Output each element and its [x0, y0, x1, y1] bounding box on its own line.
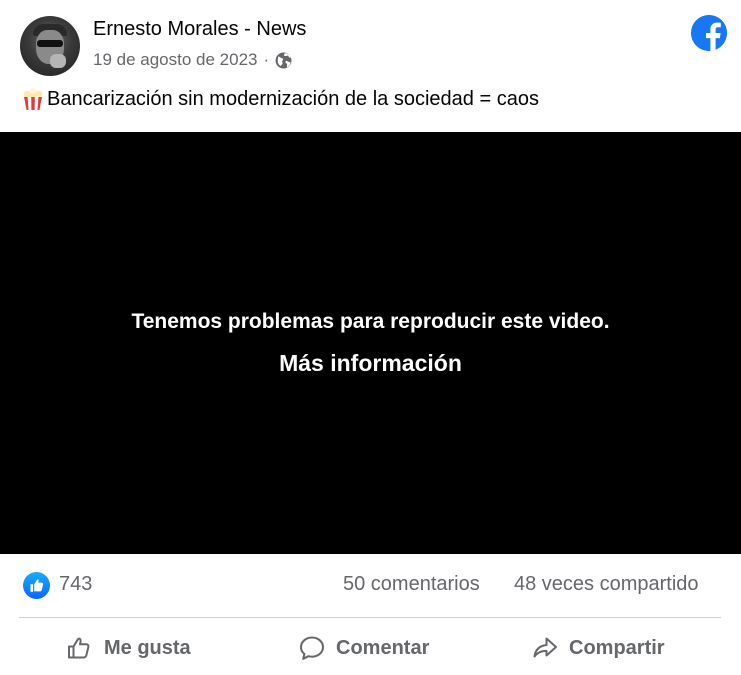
comment-button-label: Comentar: [336, 636, 430, 659]
share-button[interactable]: Compartir: [531, 630, 665, 666]
video-player[interactable]: Tenemos problemas para reproducir este v…: [0, 132, 741, 554]
meta-separator: ·: [263, 50, 270, 69]
thumbs-up-icon: [68, 637, 90, 659]
post-header: Ernesto Morales - News 19 de agosto de 2…: [0, 0, 741, 90]
shares-count[interactable]: 48 veces compartido: [514, 573, 699, 596]
action-bar: Me gusta Comentar Compartir: [0, 622, 741, 672]
post-body: Bancarización sin modernización de la so…: [22, 87, 539, 111]
share-arrow-icon: [533, 637, 557, 658]
post-meta: 19 de agosto de 2023 ·: [93, 50, 292, 70]
engagement-stats: 743 50 comentarios 48 veces compartido: [0, 566, 741, 606]
globe-icon[interactable]: [275, 52, 292, 69]
comment-button[interactable]: Comentar: [298, 630, 429, 666]
speech-bubble-icon: [300, 636, 324, 660]
post-text: Bancarización sin modernización de la so…: [47, 87, 539, 110]
actions-divider: [19, 617, 721, 618]
avatar-hand: [50, 54, 66, 68]
like-button[interactable]: Me gusta: [66, 630, 191, 666]
popcorn-icon: [23, 88, 43, 110]
avatar-sunglasses: [37, 40, 63, 47]
post-date[interactable]: 19 de agosto de 2023: [93, 50, 257, 70]
like-button-label: Me gusta: [104, 636, 191, 659]
more-info-link[interactable]: Más información: [0, 350, 741, 377]
like-count[interactable]: 743: [59, 573, 92, 596]
author-name[interactable]: Ernesto Morales - News: [93, 18, 306, 41]
facebook-logo-icon[interactable]: [691, 15, 727, 51]
share-button-label: Compartir: [569, 636, 665, 659]
author-avatar[interactable]: [20, 16, 80, 76]
video-error-message: Tenemos problemas para reproducir este v…: [131, 310, 610, 333]
comments-count[interactable]: 50 comentarios: [343, 573, 480, 596]
like-reaction-icon[interactable]: [23, 572, 50, 599]
